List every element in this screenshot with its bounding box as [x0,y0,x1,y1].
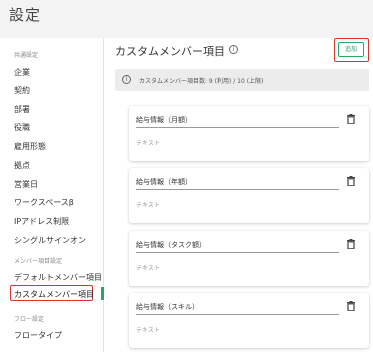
trash-icon[interactable] [347,176,355,186]
info-icon: i [122,75,131,84]
page-title: 設定 [9,6,42,24]
field-type-label: テキスト [136,327,160,334]
add-button-highlight: 追加 [334,38,369,62]
usage-info-bar: i カスタムメンバー項目数: 9 (利用) / 10 (上限) [115,69,369,91]
field-type-label: テキスト [136,202,160,209]
sidebar-section-member-fields: メンバー項目設定 [14,258,63,265]
sidebar-item-flow-type[interactable]: フロータイプ [14,330,62,341]
sidebar-item-default-member-fields[interactable]: デフォルトメンバー項目 [14,272,102,283]
sidebar-item-sso[interactable]: シングルサインオン [14,235,86,246]
sidebar-item-location[interactable]: 拠点 [14,160,30,171]
trash-icon[interactable] [347,301,355,311]
field-name-input[interactable]: 給与情報（タスク額） [136,240,206,250]
sidebar-item-contract[interactable]: 契約 [14,85,30,96]
field-name-input[interactable]: 給与情報（スキル） [136,302,199,312]
section-title: カスタムメンバー項目 [115,45,225,58]
field-type-label: テキスト [136,140,160,147]
usage-count-text: カスタムメンバー項目数: 9 (利用) / 10 (上限) [139,78,264,85]
field-name-input[interactable]: 給与情報（月額） [136,115,192,125]
sidebar-item-position[interactable]: 役職 [14,122,30,133]
sidebar-item-company[interactable]: 企業 [14,67,30,78]
trash-icon[interactable] [347,239,355,249]
sidebar-item-business-day[interactable]: 営業日 [14,179,38,190]
input-underline [136,189,339,190]
field-name-input[interactable]: 給与情報（年額） [136,177,192,187]
custom-field-card: 給与情報（スキル） テキスト [129,293,369,348]
custom-field-card: 給与情報（月額） テキスト [129,106,369,161]
sidebar-item-employment-type[interactable]: 雇用形態 [14,141,46,152]
sidebar-item-ip-restriction[interactable]: IPアドレス制限 [14,216,69,227]
sidebar-section-common: 共通設定 [14,52,39,59]
main-panel: カスタムメンバー項目 i 追加 i カスタムメンバー項目数: 9 (利用) / … [104,38,373,352]
custom-field-card: 給与情報（年額） テキスト [129,168,369,223]
input-underline [136,127,339,128]
info-icon[interactable]: i [229,45,238,54]
field-type-label: テキスト [136,265,160,272]
input-underline [136,314,339,315]
custom-field-card: 給与情報（タスク額） テキスト [129,231,369,286]
add-button[interactable]: 追加 [338,42,364,57]
input-underline [136,252,339,253]
sidebar-section-flow: フロー設定 [14,316,45,323]
sidebar-item-department[interactable]: 部署 [14,104,30,115]
trash-icon[interactable] [347,114,355,124]
settings-sidebar: 共通設定 企業 契約 部署 役職 雇用形態 拠点 営業日 ワークスペースβ IP… [0,38,104,352]
sidebar-item-custom-member-fields[interactable]: カスタムメンバー項目 [14,289,94,300]
sidebar-item-workspace[interactable]: ワークスペースβ [14,197,74,208]
